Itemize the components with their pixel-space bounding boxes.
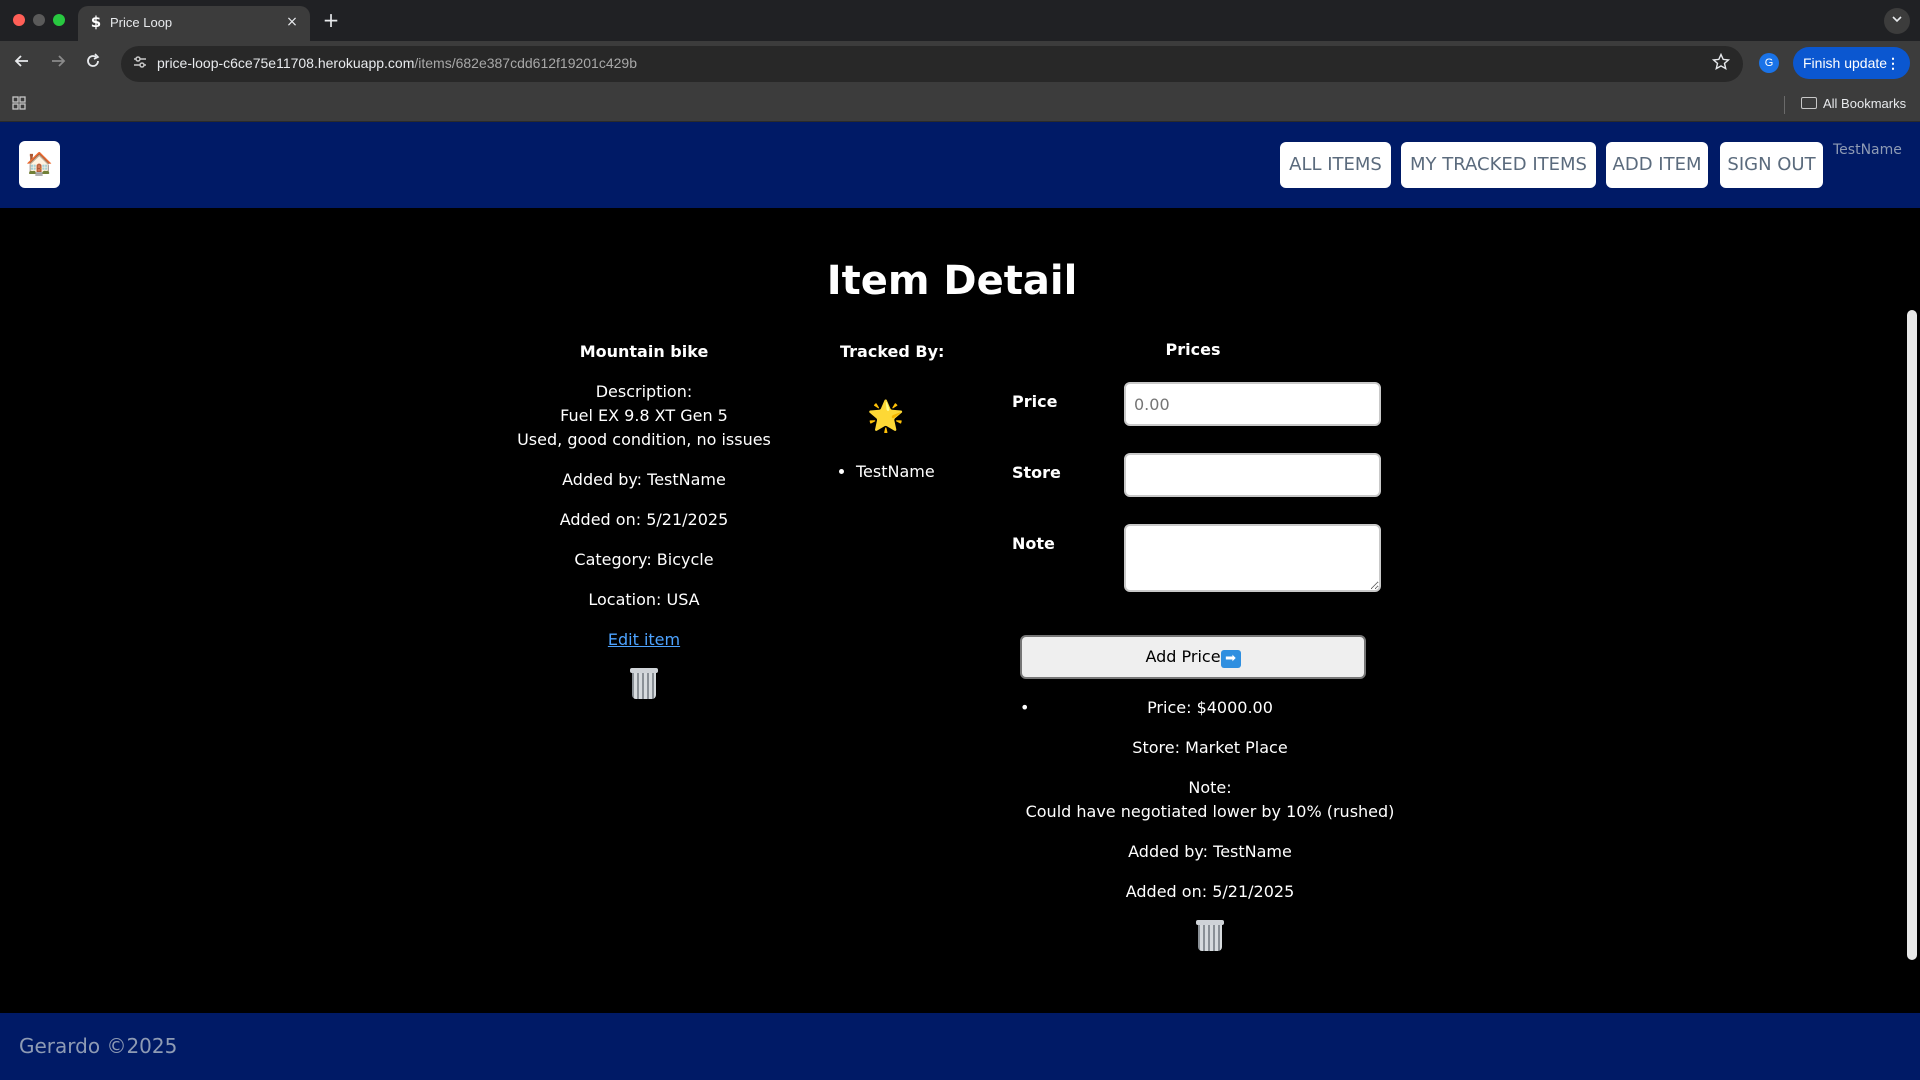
star-icon[interactable] (1711, 52, 1731, 73)
tab-title: Price Loop (110, 15, 173, 30)
page-title: Item Detail (826, 258, 1078, 304)
folder-icon (1801, 97, 1817, 109)
home-button[interactable]: 🏠 (19, 141, 60, 188)
store-input[interactable] (1124, 453, 1381, 497)
bookmarks-divider (1784, 96, 1785, 114)
note-label: Note (1012, 534, 1055, 553)
maximize-window-button[interactable] (53, 14, 65, 26)
house-icon: 🏠 (25, 152, 54, 177)
new-tab-icon[interactable]: + (320, 9, 342, 31)
item-location: Location: USA (588, 590, 700, 609)
tracked-by-user: TestName (856, 460, 935, 484)
prices-heading: Prices (1165, 340, 1221, 359)
browser-tab-bar: $ Price Loop × + (0, 0, 1920, 41)
nav-sign-out[interactable]: SIGN OUT (1720, 142, 1823, 188)
item-details: Mountain bike Description: Fuel EX 9.8 X… (500, 340, 788, 707)
store-label: Store (1012, 463, 1061, 482)
finish-update-label: Finish update (1803, 55, 1888, 71)
trash-bin (1198, 925, 1222, 951)
item-category: Category: Bicycle (574, 550, 714, 569)
close-tab-icon[interactable]: × (284, 14, 300, 30)
address-bar[interactable]: price-loop-c6ce75e11708.herokuapp.com/it… (121, 46, 1743, 82)
entry-added-on: Added on: 5/21/2025 (1125, 882, 1295, 901)
dollar-favicon-icon: $ (90, 13, 102, 31)
edit-item-link[interactable]: Edit item (608, 630, 680, 649)
note-textarea[interactable] (1124, 524, 1381, 592)
entry-added-by: Added by: TestName (1128, 842, 1292, 861)
nav-add-item[interactable]: ADD ITEM (1606, 142, 1708, 188)
add-price-label: Add Price (1145, 647, 1221, 666)
url-path: /items/682e387cdd612f19201c429b (414, 55, 637, 71)
entry-note-label: Note: (1188, 778, 1232, 797)
site-header: 🏠 ALL ITEMS MY TRACKED ITEMS ADD ITEM SI… (0, 122, 1920, 208)
list-bullet: • (1020, 698, 1030, 717)
url-text[interactable]: price-loop-c6ce75e11708.herokuapp.com/it… (157, 55, 637, 71)
entry-store: Store: Market Place (1132, 738, 1288, 757)
glowing-star-icon[interactable]: 🌟 (867, 400, 904, 434)
tracked-by-heading: Tracked By: (840, 342, 945, 361)
tracked-by-section: Tracked By: 🌟 TestName (820, 340, 950, 481)
entry-note: Could have negotiated lower by 10% (rush… (1025, 802, 1395, 821)
price-entry: • Price: $4000.00 Store: Market Place No… (1020, 696, 1400, 959)
trash-can-icon[interactable] (1193, 918, 1227, 952)
item-added-on: Added on: 5/21/2025 (559, 510, 729, 529)
more-vert-icon: ⋮ (1886, 55, 1900, 71)
footer-copyright: Gerardo ©2025 (19, 1034, 178, 1058)
tune-icon[interactable] (131, 55, 149, 73)
arrow-left-icon[interactable] (10, 52, 34, 76)
description-line-1: Fuel EX 9.8 XT Gen 5 (560, 406, 728, 425)
description-line-2: Used, good condition, no issues (517, 430, 771, 449)
current-user-name: TestName (1833, 142, 1902, 158)
scrollbar-thumb[interactable] (1907, 310, 1917, 960)
bookmarks-bar: All Bookmarks (0, 87, 1920, 122)
site-footer: Gerardo ©2025 (0, 1013, 1920, 1080)
all-bookmarks-button[interactable]: All Bookmarks (1801, 96, 1906, 111)
url-host: price-loop-c6ce75e11708.herokuapp.com (157, 55, 415, 71)
entry-price: Price: $4000.00 (1147, 698, 1273, 717)
right-arrow-icon: ➡ (1220, 650, 1241, 668)
nav-all-items[interactable]: ALL ITEMS (1280, 142, 1391, 188)
item-added-by: Added by: TestName (562, 470, 726, 489)
add-price-button[interactable]: Add Price ➡ (1020, 635, 1366, 679)
tracked-by-list: TestName (836, 460, 935, 484)
item-name: Mountain bike (579, 342, 709, 361)
chevron-down-icon[interactable] (1884, 8, 1910, 34)
nav-my-tracked-items[interactable]: MY TRACKED ITEMS (1401, 142, 1596, 188)
browser-toolbar: price-loop-c6ce75e11708.herokuapp.com/it… (0, 41, 1920, 87)
arrow-right-icon[interactable] (46, 52, 70, 76)
close-window-button[interactable] (13, 14, 25, 26)
trash-can-icon[interactable] (627, 666, 661, 700)
finish-update-button[interactable]: Finish update ⋮ (1793, 47, 1910, 79)
minimize-window-button[interactable] (33, 14, 45, 26)
browser-tab[interactable]: $ Price Loop × (78, 6, 310, 41)
all-bookmarks-label: All Bookmarks (1823, 96, 1907, 111)
price-label: Price (1012, 392, 1058, 411)
reload-icon[interactable] (81, 52, 105, 76)
profile-avatar[interactable]: G (1759, 53, 1779, 73)
apps-grid-icon[interactable] (11, 96, 27, 112)
price-input[interactable] (1124, 382, 1381, 426)
description-label: Description: (595, 382, 693, 401)
trash-bin (632, 673, 656, 699)
